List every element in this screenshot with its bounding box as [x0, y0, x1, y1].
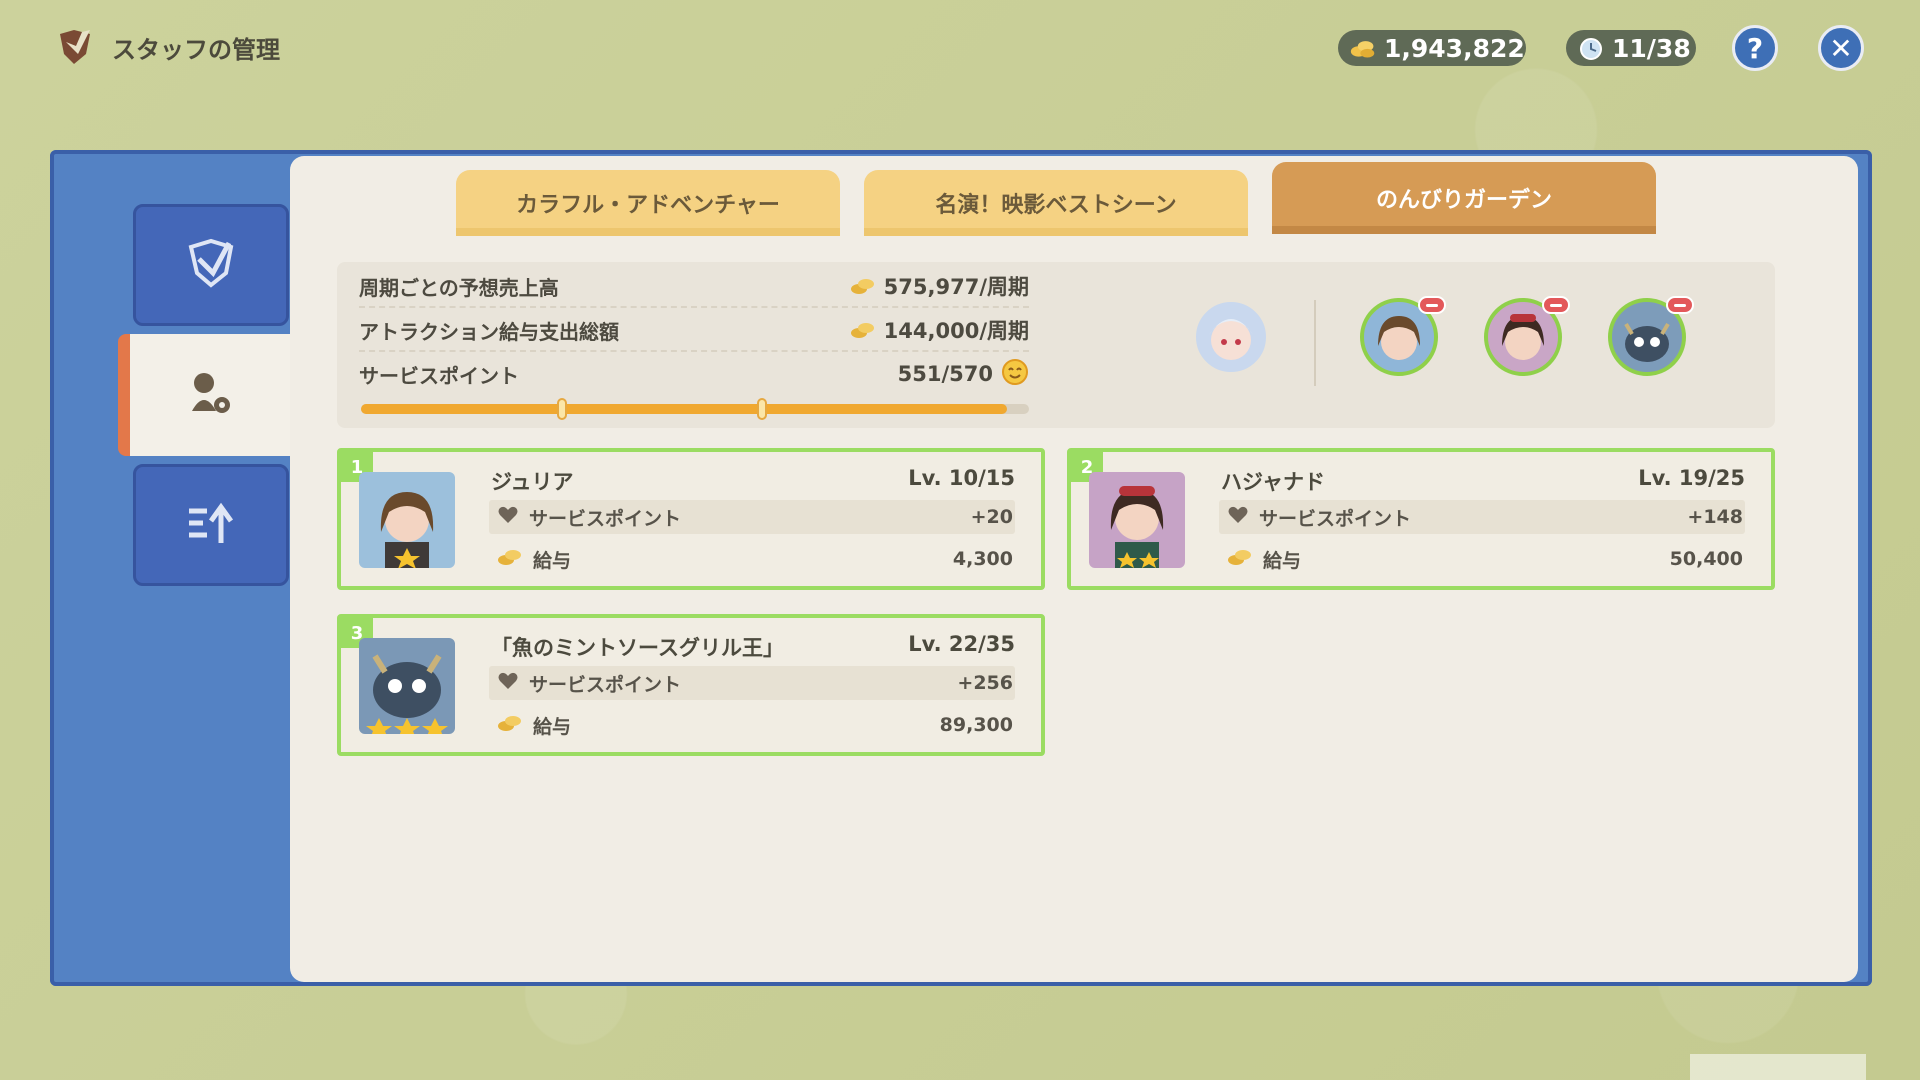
salary-value: 50,400 — [1669, 548, 1743, 570]
service-line: サービスポイント +20 — [489, 500, 1015, 534]
sidebar-tab-attractions[interactable] — [133, 204, 289, 326]
staff-name: ジュリア — [491, 470, 574, 494]
service-points-row: サービスポイント 551/570 — [359, 354, 1029, 394]
heart-icon — [497, 505, 519, 530]
bottom-indicator — [1690, 1054, 1866, 1080]
coin-stack-icon — [850, 320, 876, 340]
sidebar-tab-upgrade[interactable] — [133, 464, 289, 586]
help-button[interactable]: ? — [1732, 25, 1778, 71]
salary-line: 給与 50,400 — [1219, 542, 1745, 576]
heart-icon — [497, 671, 519, 696]
service-points-value: 551/570 — [897, 362, 993, 386]
service-label: サービスポイント — [1259, 507, 1412, 530]
service-points-bar — [361, 398, 1029, 420]
mora-counter: 1,943,822 — [1338, 30, 1526, 66]
salary-line: 給与 89,300 — [489, 708, 1015, 742]
salary-total-row: アトラクション給与支出総額 144,000/周期 — [359, 310, 1029, 352]
service-line: サービスポイント +148 — [1219, 500, 1745, 534]
staff-level: Lv. 10/15 — [908, 466, 1015, 490]
salary-label: 給与 — [533, 549, 572, 572]
staff-portrait — [359, 472, 455, 568]
header: スタッフの管理 — [52, 24, 280, 70]
salary-value: 4,300 — [952, 548, 1013, 570]
tab-relaxing-garden[interactable]: のんびりガーデン — [1272, 162, 1656, 234]
salary-line: 給与 4,300 — [489, 542, 1015, 576]
service-label: サービスポイント — [529, 673, 682, 696]
mora-value: 1,943,822 — [1384, 33, 1525, 63]
remove-staff-button[interactable] — [1418, 296, 1446, 314]
heart-icon — [1227, 505, 1249, 530]
service-value: +20 — [970, 506, 1013, 528]
service-value: +256 — [957, 672, 1013, 694]
close-button[interactable]: ✕ — [1818, 25, 1864, 71]
coin-stack-icon — [1227, 547, 1253, 572]
timer-value: 11/38 — [1612, 33, 1691, 63]
coin-stack-icon — [497, 713, 523, 738]
service-value: +148 — [1687, 506, 1743, 528]
staff-portrait — [1089, 472, 1185, 568]
staff-card[interactable]: 1 ジュリア Lv. 10/15 サービスポイント +20 給与 4,300 — [337, 448, 1045, 590]
expected-sales-label: 周期ごとの予想売上高 — [359, 275, 559, 300]
salary-label: 給与 — [1263, 549, 1302, 572]
staff-level: Lv. 19/25 — [1638, 466, 1745, 490]
staff-name: 「魚のミントソースグリル王」 — [491, 636, 784, 660]
service-points-fill — [361, 404, 1007, 414]
upgrade-arrow-icon — [181, 493, 241, 557]
salary-total-value: 144,000/周期 — [883, 319, 1029, 343]
coin-stack-icon — [850, 276, 876, 296]
expected-sales-value: 575,977/周期 — [883, 275, 1029, 299]
threshold-marker — [757, 398, 767, 420]
staff-name: ハジャナド — [1221, 470, 1325, 494]
timer-counter: 11/38 — [1566, 30, 1696, 66]
remove-staff-button[interactable] — [1666, 296, 1694, 314]
coin-stack-icon — [497, 547, 523, 572]
coin-stack-icon — [1350, 35, 1376, 61]
salary-total-label: アトラクション給与支出総額 — [359, 319, 619, 344]
service-label: サービスポイント — [529, 507, 682, 530]
salary-value: 89,300 — [939, 714, 1013, 736]
service-line: サービスポイント +256 — [489, 666, 1015, 700]
remove-staff-button[interactable] — [1542, 296, 1570, 314]
tab-colorful-adventure[interactable]: カラフル・アドベンチャー — [456, 170, 840, 236]
lead-avatar — [1192, 298, 1270, 376]
staff-card[interactable]: 3 「魚のミントソースグリル王」 Lv. 22/35 サービスポイント +256… — [337, 614, 1045, 756]
clock-icon — [1578, 35, 1604, 61]
staff-portrait — [359, 638, 455, 734]
quill-shield-icon — [181, 233, 241, 297]
question-icon: ? — [1746, 31, 1764, 65]
smile-icon — [1001, 358, 1029, 391]
service-points-label: サービスポイント — [359, 363, 519, 388]
page-title: スタッフの管理 — [112, 35, 280, 64]
tab-best-scene[interactable]: 名演！映影ベストシーン — [864, 170, 1248, 236]
staff-level: Lv. 22/35 — [908, 632, 1015, 656]
threshold-marker — [557, 398, 567, 420]
avatar-divider — [1314, 300, 1316, 386]
close-icon: ✕ — [1829, 31, 1853, 65]
staff-card[interactable]: 2 ハジャナド Lv. 19/25 サービスポイント +148 給与 50,40… — [1067, 448, 1775, 590]
expected-sales-row: 周期ごとの予想売上高 575,977/周期 — [359, 266, 1029, 308]
staff-gear-icon — [180, 363, 240, 427]
quill-shield-icon — [52, 24, 98, 70]
salary-label: 給与 — [533, 715, 572, 738]
sidebar-tab-staff[interactable] — [118, 334, 290, 456]
